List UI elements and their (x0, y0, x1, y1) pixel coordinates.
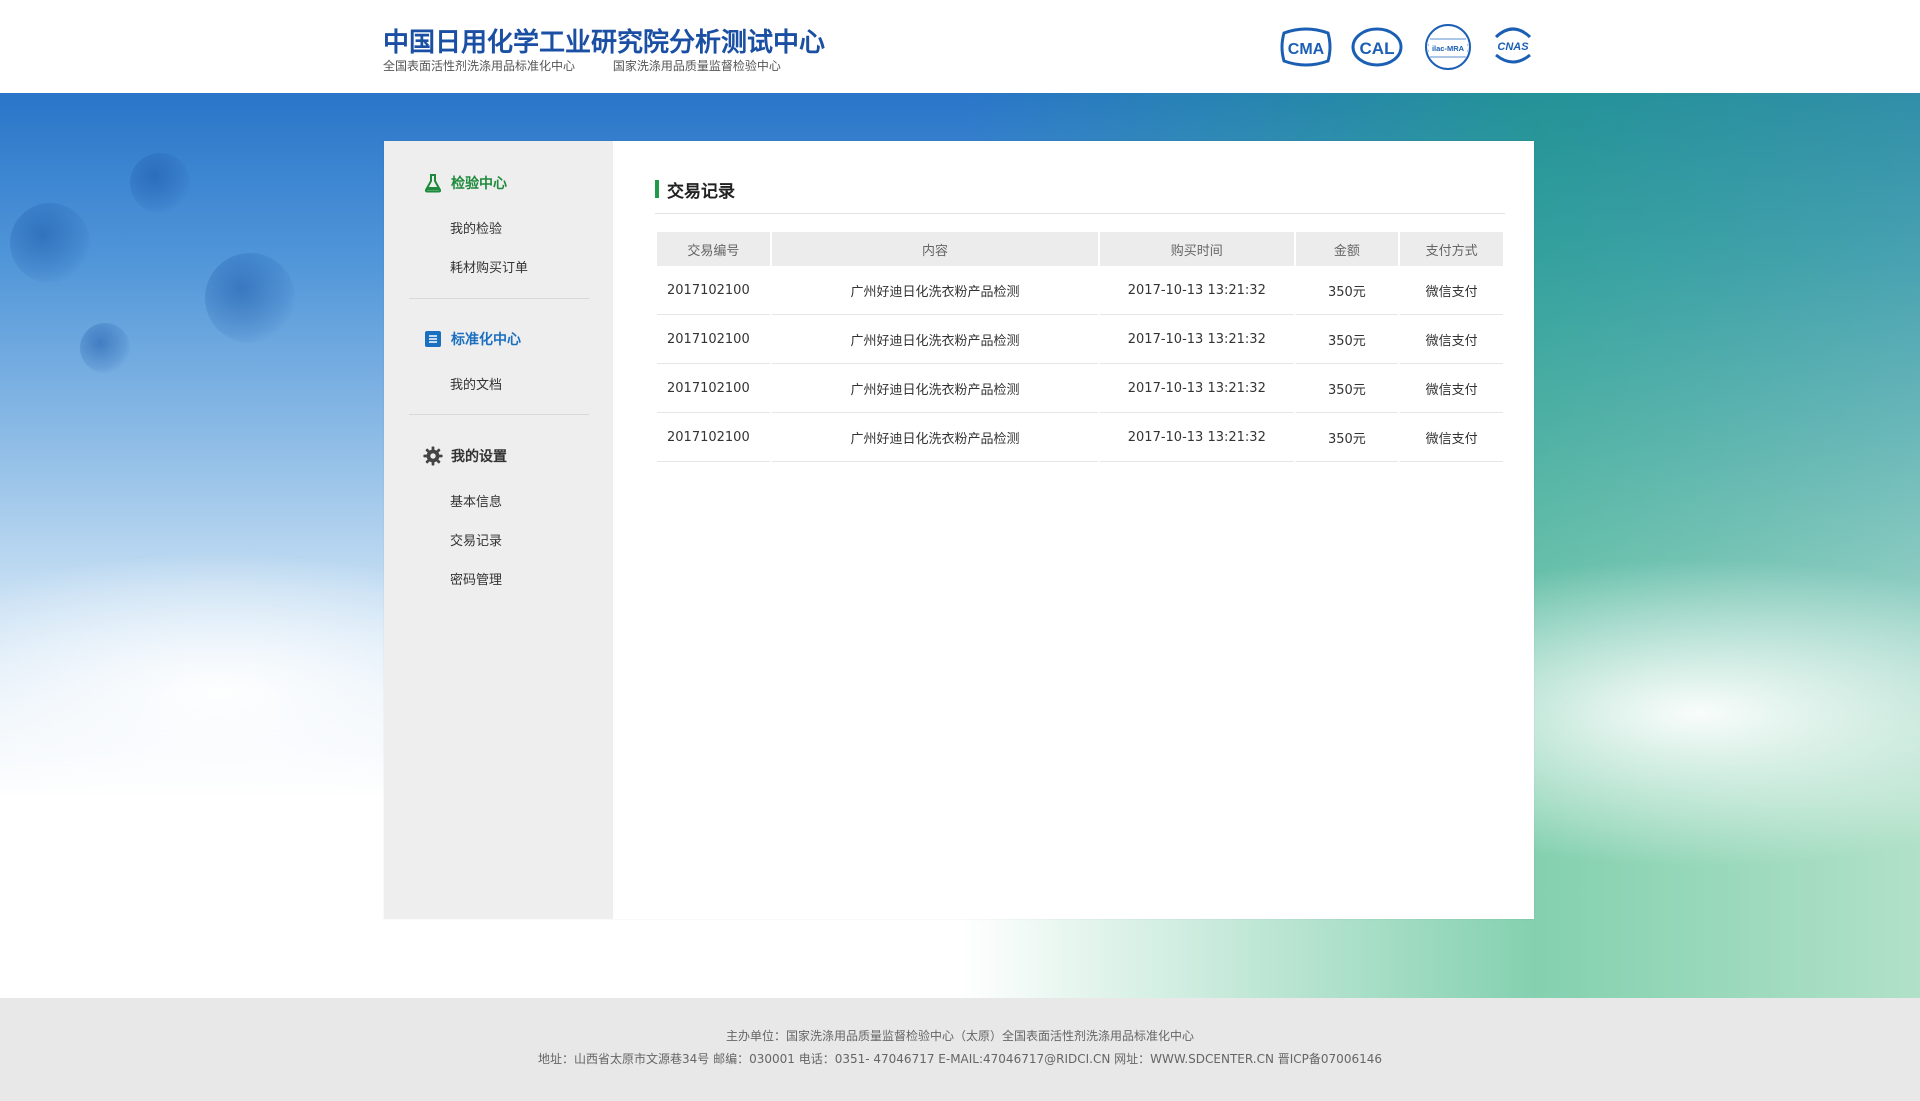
sidebar-divider (409, 298, 589, 299)
cal-logo: CAL (1351, 24, 1403, 70)
cell-id: 2017102100 (657, 315, 770, 364)
cell-amount: 350元 (1295, 364, 1399, 413)
column-header-amount: 金额 (1295, 232, 1399, 266)
molecule-decoration (80, 323, 130, 373)
gear-icon (423, 446, 443, 466)
molecule-decoration (205, 253, 295, 343)
cell-time: 2017-10-13 13:21:32 (1100, 413, 1294, 462)
nav-group-inspection[interactable]: 检验中心 (423, 172, 507, 194)
site-subtitle: 全国表面活性剂洗涤用品标准化中心 国家洗涤用品质量监督检验中心 (383, 57, 815, 74)
title-accent-bar (655, 180, 659, 198)
page-title: 交易记录 (655, 179, 735, 202)
cma-logo: CMA (1280, 24, 1332, 70)
nav-group-label: 我的设置 (451, 449, 507, 465)
sidebar-item-my-inspection[interactable]: 我的检验 (450, 218, 502, 237)
footer-contact: 地址：山西省太原市文源巷34号 邮编：030001 电话：0351- 47046… (538, 1052, 1382, 1066)
table-header-row: 交易编号 内容 购买时间 金额 支付方式 (657, 232, 1503, 266)
table-row: 2017102100 广州好迪日化洗衣粉产品检测 2017-10-13 13:2… (657, 413, 1503, 462)
molecule-decoration (10, 203, 90, 283)
document-icon (423, 329, 443, 349)
nav-group-standardization[interactable]: 标准化中心 (423, 328, 521, 350)
column-header-payment: 支付方式 (1400, 232, 1503, 266)
sidebar: 检验中心 我的检验 耗材购买订单 标准化中心 我的文档 我的设置 基本信息 交易… (384, 141, 613, 919)
cell-time: 2017-10-13 13:21:32 (1100, 364, 1294, 413)
cell-amount: 350元 (1295, 413, 1399, 462)
cma-text: CMA (1288, 41, 1325, 58)
content-area: 交易记录 交易编号 内容 购买时间 金额 支付方式 2017102100 广州好… (613, 141, 1534, 919)
column-header-id: 交易编号 (657, 232, 770, 266)
sidebar-item-password[interactable]: 密码管理 (450, 569, 502, 588)
site-footer: 主办单位：国家洗涤用品质量监督检验中心（太原）全国表面活性剂洗涤用品标准化中心 … (0, 998, 1920, 1101)
ilac-mra-logo: ilac-MRA (1424, 24, 1472, 70)
flask-icon (423, 173, 443, 193)
table-row: 2017102100 广州好迪日化洗衣粉产品检测 2017-10-13 13:2… (657, 266, 1503, 315)
sidebar-item-basic-info[interactable]: 基本信息 (450, 491, 502, 510)
cnas-text: CNAS (1497, 41, 1529, 53)
cal-text: CAL (1360, 39, 1395, 58)
footer-sponsor: 主办单位：国家洗涤用品质量监督检验中心（太原）全国表面活性剂洗涤用品标准化中心 (725, 1029, 1194, 1043)
cell-payment: 微信支付 (1400, 364, 1503, 413)
title-divider (655, 213, 1505, 214)
cnas-logo: CNAS (1490, 24, 1536, 70)
cell-payment: 微信支付 (1400, 266, 1503, 315)
cell-time: 2017-10-13 13:21:32 (1100, 266, 1294, 315)
cell-payment: 微信支付 (1400, 413, 1503, 462)
subtitle-right: 国家洗涤用品质量监督检验中心 (612, 59, 781, 73)
site-title[interactable]: 中国日用化学工业研究院分析测试中心 (383, 22, 825, 59)
ilac-text: ilac-MRA (1432, 44, 1465, 53)
table-row: 2017102100 广州好迪日化洗衣粉产品检测 2017-10-13 13:2… (657, 315, 1503, 364)
cell-time: 2017-10-13 13:21:32 (1100, 315, 1294, 364)
site-header: 中国日用化学工业研究院分析测试中心 全国表面活性剂洗涤用品标准化中心 国家洗涤用… (0, 0, 1920, 93)
sidebar-divider (409, 414, 589, 415)
sidebar-item-transactions[interactable]: 交易记录 (450, 530, 502, 549)
cell-content: 广州好迪日化洗衣粉产品检测 (771, 315, 1099, 364)
sidebar-item-my-documents[interactable]: 我的文档 (450, 374, 502, 393)
cell-amount: 350元 (1295, 315, 1399, 364)
cell-amount: 350元 (1295, 266, 1399, 315)
cell-content: 广州好迪日化洗衣粉产品检测 (771, 413, 1099, 462)
nav-group-label: 检验中心 (451, 176, 507, 192)
molecule-decoration (130, 153, 190, 213)
transactions-table: 交易编号 内容 购买时间 金额 支付方式 2017102100 广州好迪日化洗衣… (655, 232, 1505, 462)
cell-content: 广州好迪日化洗衣粉产品检测 (771, 266, 1099, 315)
cell-id: 2017102100 (657, 266, 770, 315)
cell-content: 广州好迪日化洗衣粉产品检测 (771, 364, 1099, 413)
column-header-content: 内容 (771, 232, 1099, 266)
cell-payment: 微信支付 (1400, 315, 1503, 364)
page-title-text: 交易记录 (667, 181, 735, 202)
nav-group-label: 标准化中心 (451, 332, 521, 348)
main-panel: 检验中心 我的检验 耗材购买订单 标准化中心 我的文档 我的设置 基本信息 交易… (384, 141, 1534, 919)
cell-id: 2017102100 (657, 413, 770, 462)
nav-group-settings[interactable]: 我的设置 (423, 445, 507, 467)
cell-id: 2017102100 (657, 364, 770, 413)
table-row: 2017102100 广州好迪日化洗衣粉产品检测 2017-10-13 13:2… (657, 364, 1503, 413)
sidebar-item-supplies-orders[interactable]: 耗材购买订单 (450, 257, 528, 276)
subtitle-left: 全国表面活性剂洗涤用品标准化中心 (383, 59, 576, 73)
column-header-time: 购买时间 (1100, 232, 1294, 266)
